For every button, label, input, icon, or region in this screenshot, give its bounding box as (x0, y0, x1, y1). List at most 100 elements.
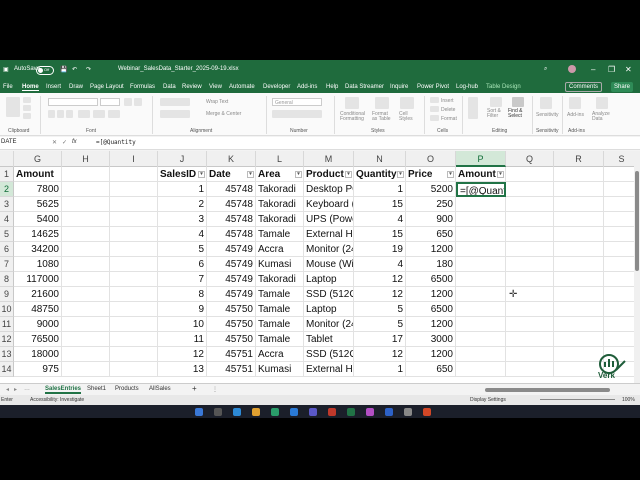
table-header-r[interactable] (554, 167, 604, 182)
table-cell[interactable]: 45748 (207, 227, 256, 242)
table-cell[interactable] (554, 302, 604, 317)
row-header-8[interactable]: 8 (0, 272, 14, 287)
chrome-icon[interactable] (328, 408, 336, 416)
table-cell[interactable] (604, 302, 634, 317)
table-cell[interactable]: 2 (158, 197, 207, 212)
delete-cells-icon[interactable] (430, 106, 439, 112)
sheet-tab-sheet1[interactable]: Sheet1 (87, 386, 106, 392)
tab-log-hub[interactable]: Log-hub (456, 84, 478, 90)
table-cell[interactable]: 4 (354, 257, 406, 272)
tab-developer[interactable]: Developer (263, 84, 290, 90)
tab-help[interactable]: Help (326, 84, 338, 90)
tab-review[interactable]: Review (182, 84, 202, 90)
table-cell[interactable]: 9 (158, 302, 207, 317)
select-all-corner[interactable] (0, 151, 14, 167)
table-cell[interactable] (554, 272, 604, 287)
table-cell[interactable] (554, 182, 604, 197)
copy-icon[interactable] (23, 105, 31, 111)
teams-icon[interactable] (309, 408, 317, 416)
outlook-icon[interactable] (290, 408, 298, 416)
table-cell[interactable]: 13 (158, 362, 207, 377)
table-cell[interactable]: 21600 (14, 287, 62, 302)
accessibility-status[interactable]: Accessibility: Investigate (30, 397, 84, 403)
format-as-table-icon[interactable] (375, 97, 389, 109)
table-cell[interactable] (604, 317, 634, 332)
display-settings-button[interactable]: Display Settings (470, 397, 506, 403)
table-cell[interactable]: 12 (354, 287, 406, 302)
table-cell[interactable] (604, 182, 634, 197)
table-cell[interactable] (554, 227, 604, 242)
table-cell[interactable]: 15 (354, 227, 406, 242)
table-cell[interactable]: UPS (Power (304, 212, 354, 227)
table-cell[interactable]: Desktop PC (304, 182, 354, 197)
column-header-k[interactable]: K (207, 151, 256, 167)
table-cell[interactable] (456, 347, 506, 362)
table-cell[interactable]: 48750 (14, 302, 62, 317)
minimize-icon[interactable]: – (591, 65, 595, 74)
table-cell[interactable] (110, 197, 158, 212)
tab-data[interactable]: Data (163, 84, 176, 90)
table-cell[interactable]: 18000 (14, 347, 62, 362)
table-cell[interactable] (456, 212, 506, 227)
shrink-font-icon[interactable] (134, 98, 142, 106)
edge-icon[interactable] (271, 408, 279, 416)
table-cell[interactable]: 180 (406, 257, 456, 272)
table-cell[interactable] (554, 197, 604, 212)
table-cell[interactable] (506, 362, 554, 377)
table-cell[interactable] (110, 227, 158, 242)
add-ins-icon[interactable] (569, 97, 581, 109)
table-cell[interactable]: 650 (406, 227, 456, 242)
table-cell[interactable] (506, 242, 554, 257)
table-cell[interactable] (62, 347, 110, 362)
table-cell[interactable]: 6 (158, 257, 207, 272)
start-icon[interactable] (195, 408, 203, 416)
table-cell[interactable] (506, 212, 554, 227)
restore-icon[interactable]: ❐ (608, 65, 615, 74)
table-cell[interactable]: Mouse (Wir (304, 257, 354, 272)
table-cell[interactable]: 5625 (14, 197, 62, 212)
table-cell[interactable]: 45750 (207, 332, 256, 347)
table-cell[interactable] (110, 362, 158, 377)
row-header-14[interactable]: 14 (0, 362, 14, 377)
table-cell[interactable]: 117000 (14, 272, 62, 287)
settings-taskbar-icon[interactable] (404, 408, 412, 416)
row-header-9[interactable]: 9 (0, 287, 14, 302)
tab-home[interactable]: Home (22, 84, 39, 91)
conditional-formatting-icon[interactable] (345, 97, 359, 109)
cell-styles-icon[interactable] (400, 97, 414, 109)
table-cell[interactable]: 650 (406, 362, 456, 377)
table-cell[interactable]: 10 (158, 317, 207, 332)
table-cell[interactable]: 1 (354, 362, 406, 377)
grow-font-icon[interactable] (124, 98, 132, 106)
column-header-j[interactable]: J (158, 151, 207, 167)
table-header-k[interactable]: Date ▾ (207, 167, 256, 182)
paste-button[interactable] (6, 97, 20, 117)
table-cell[interactable]: 6500 (406, 302, 456, 317)
tab-insert[interactable]: Insert (46, 84, 61, 90)
table-cell[interactable]: 1 (354, 182, 406, 197)
table-cell[interactable]: 5400 (14, 212, 62, 227)
table-cell[interactable]: 14625 (14, 227, 62, 242)
tabs-next-icon[interactable]: ▸ (14, 386, 17, 393)
table-cell[interactable]: Tablet (304, 332, 354, 347)
table-cell[interactable] (554, 212, 604, 227)
active-cell[interactable]: =[@Quantity (456, 182, 506, 197)
table-cell[interactable] (456, 242, 506, 257)
table-cell[interactable]: Keyboard (W (304, 197, 354, 212)
sheet-tab-salesentries[interactable]: SalesEntries (45, 386, 82, 394)
table-cell[interactable]: Accra (256, 242, 304, 257)
sort-filter-icon[interactable] (490, 97, 502, 107)
row-header-7[interactable]: 7 (0, 257, 14, 272)
table-cell[interactable]: 7 (158, 272, 207, 287)
italic-icon[interactable] (57, 110, 64, 118)
table-cell[interactable] (110, 302, 158, 317)
font-name-select[interactable] (48, 98, 98, 106)
redo-icon[interactable]: ↷ (86, 66, 91, 73)
avatar[interactable] (568, 65, 576, 73)
table-cell[interactable] (456, 302, 506, 317)
table-cell[interactable] (456, 257, 506, 272)
share-button[interactable]: Share (611, 82, 634, 92)
table-cell[interactable] (62, 362, 110, 377)
vertical-scrollbar[interactable] (634, 151, 640, 383)
table-cell[interactable] (604, 242, 634, 257)
